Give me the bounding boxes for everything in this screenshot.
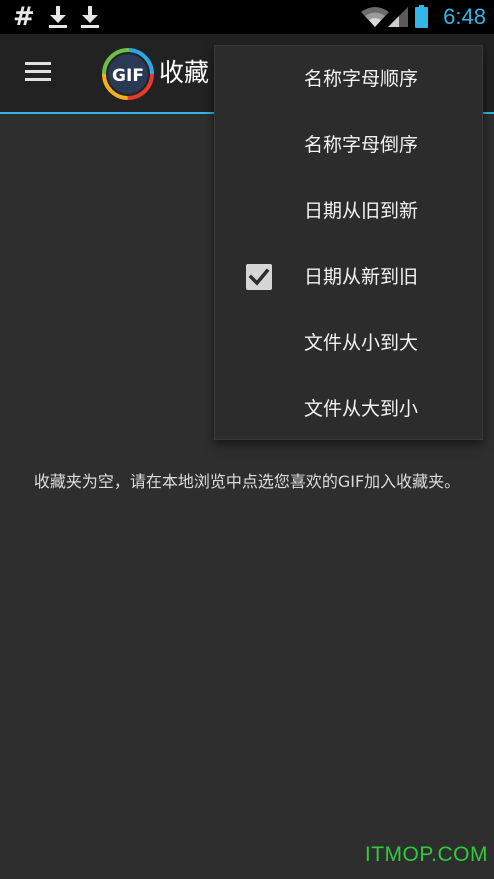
logo-text: GIF [112, 66, 144, 86]
menu-item-size-large-to-small[interactable]: 文件从大到小 [215, 376, 482, 442]
status-time: 6:48 [443, 4, 486, 29]
app-logo[interactable]: GIF [102, 48, 154, 100]
wifi-icon [361, 7, 389, 27]
menu-item-name-desc[interactable]: 名称字母倒序 [215, 112, 482, 178]
page-title: 收藏 [159, 58, 210, 87]
hamburger-menu-icon[interactable] [25, 62, 51, 82]
menu-item-label: 日期从新到旧 [304, 266, 419, 288]
menu-item-date-old-to-new[interactable]: 日期从旧到新 [215, 178, 482, 244]
sort-dropdown-menu: 名称字母顺序 名称字母倒序 日期从旧到新 日期从新到旧 文件从小到大 文件从大到… [214, 45, 483, 440]
menu-item-label: 名称字母顺序 [304, 68, 419, 90]
menu-item-label: 名称字母倒序 [304, 134, 419, 156]
menu-item-label: 文件从大到小 [304, 398, 419, 420]
checkmark-icon [246, 264, 272, 290]
menu-item-label: 文件从小到大 [304, 332, 419, 354]
menu-item-name-asc[interactable]: 名称字母顺序 [215, 46, 482, 112]
hash-icon: # [13, 2, 35, 32]
menu-item-date-new-to-old[interactable]: 日期从新到旧 [215, 244, 482, 310]
watermark: ITMOP.COM [364, 843, 488, 866]
menu-item-size-small-to-large[interactable]: 文件从小到大 [215, 310, 482, 376]
signal-icon [388, 7, 408, 27]
menu-item-label: 日期从旧到新 [304, 200, 419, 222]
download-icon [81, 6, 99, 28]
download-icon [49, 6, 67, 28]
empty-state-message: 收藏夹为空，请在本地浏览中点选您喜欢的GIF加入收藏夹。 [33, 472, 461, 491]
battery-icon [415, 5, 428, 28]
status-bar: # 6:48 [0, 0, 494, 34]
